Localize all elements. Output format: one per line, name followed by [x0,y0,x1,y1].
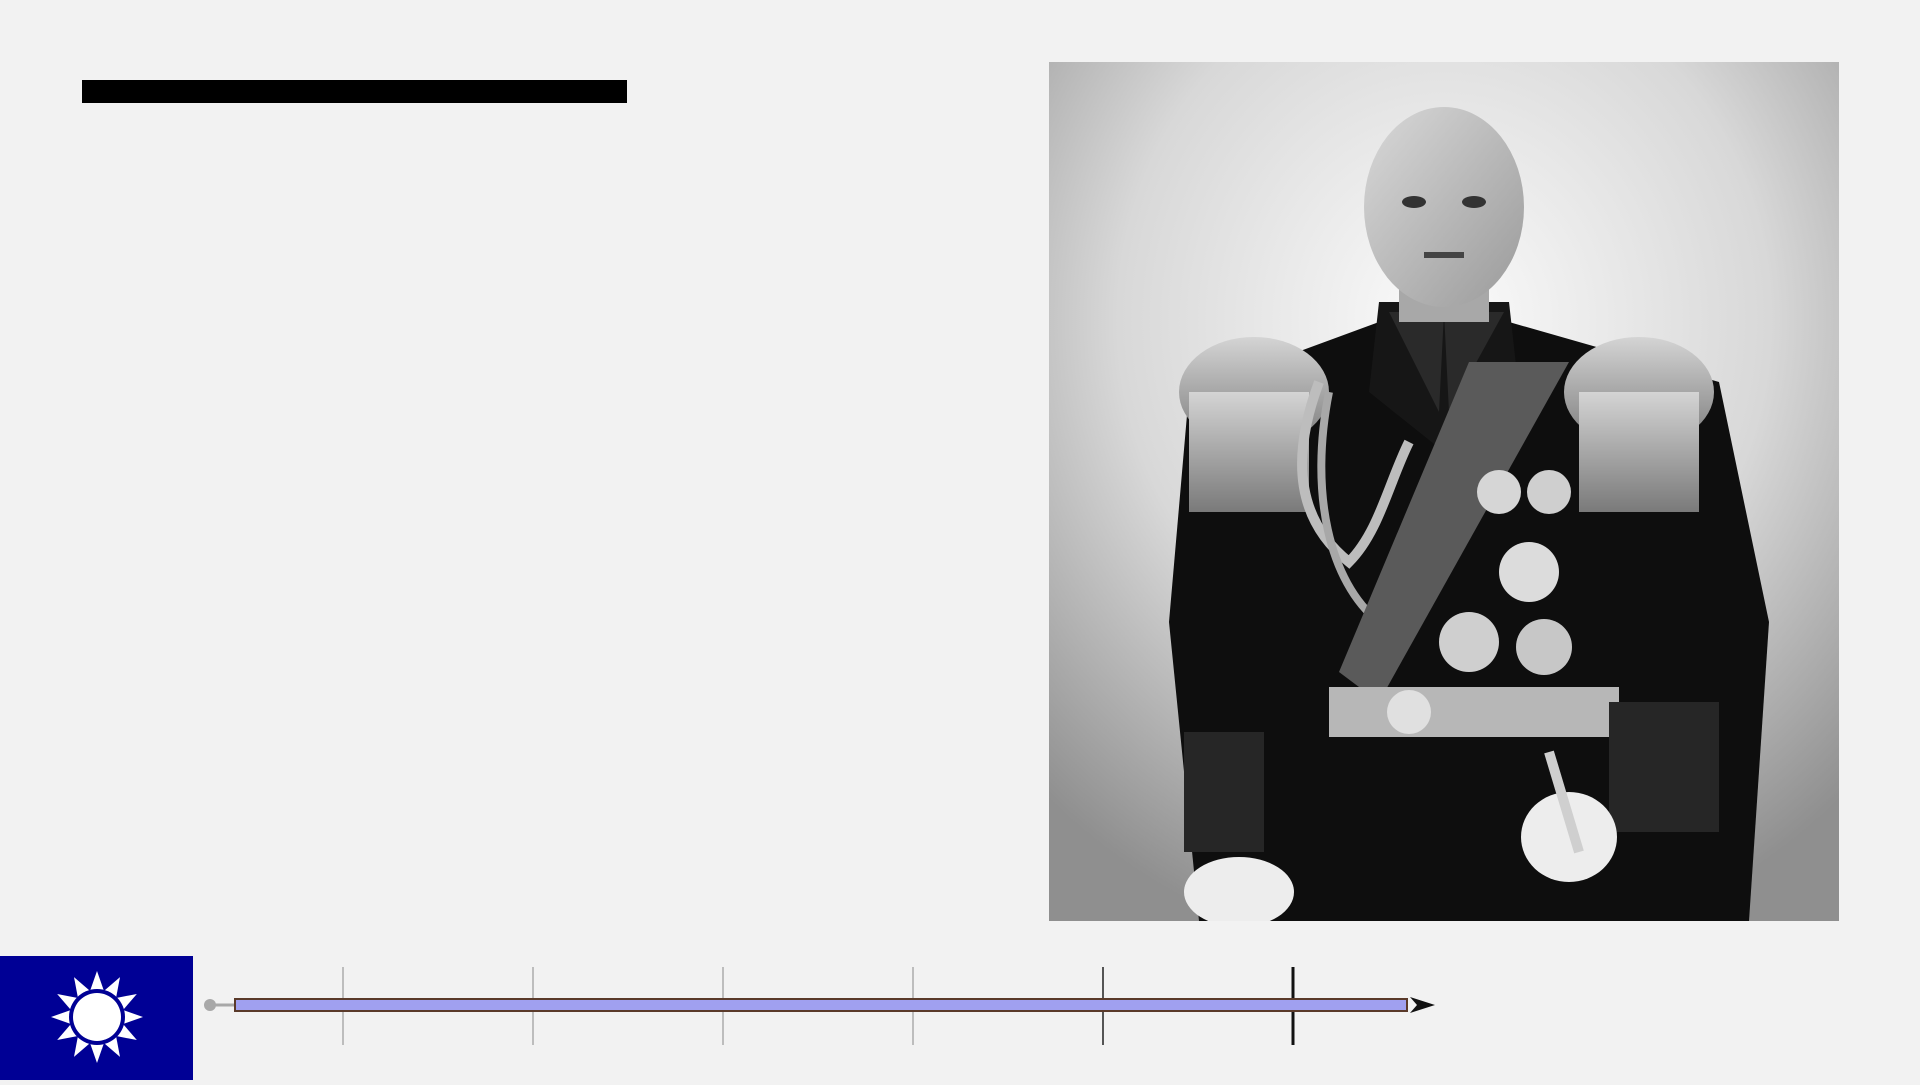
portrait-image [1049,62,1839,921]
portrait-photo [1049,62,1839,921]
slide-title-bar [82,80,627,103]
timeline-svg [204,967,1435,1045]
arrow-right-icon [1410,997,1435,1013]
sun-ray [90,1043,104,1063]
sun-ray [51,1010,71,1024]
sun-ray [123,1010,143,1024]
sun-ray [90,971,104,991]
timeline [195,955,1455,1080]
flag-badge [0,956,193,1080]
timeline-bar [234,998,1408,1012]
twelve-ray-sun-icon [51,971,143,1063]
